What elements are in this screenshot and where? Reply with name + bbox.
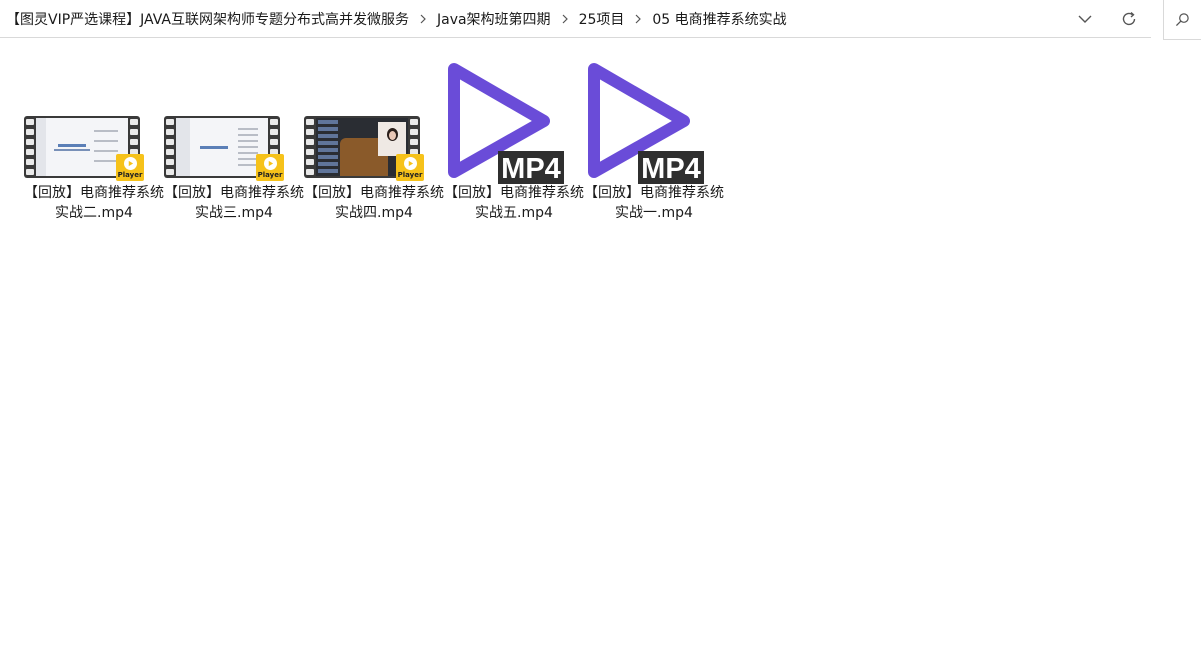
svg-text:MP4: MP4 [501,153,561,184]
file-name: 【回放】电商推荐系统实战三.mp4 [164,185,304,221]
player-app-icon: Player [116,154,144,181]
breadcrumb: 【图灵VIP严选课程】JAVA互联网架构师专题分布式高并发微服务 Java架构班… [0,0,791,38]
refresh-button[interactable] [1107,0,1151,38]
breadcrumb-item-project[interactable]: 25项目 [575,9,629,29]
chevron-right-icon[interactable] [555,14,575,24]
breadcrumb-item-course[interactable]: 【图灵VIP严选课程】JAVA互联网架构师专题分布式高并发微服务 [2,9,413,29]
player-app-icon: Player [396,154,424,181]
file-item[interactable]: Player 【回放】电商推荐系统实战二.mp4 [24,58,164,223]
mp4-file-icon: MP4 [584,58,724,184]
refresh-icon [1122,11,1136,26]
address-bar[interactable]: 【图灵VIP严选课程】JAVA互联网架构师专题分布式高并发微服务 Java架构班… [0,0,1151,38]
file-name: 【回放】电商推荐系统实战五.mp4 [444,185,584,221]
video-thumbnail: Player [24,58,164,184]
video-thumbnail: Player [304,58,444,184]
breadcrumb-item-current[interactable]: 05 电商推荐系统实战 [648,9,790,29]
search-box[interactable] [1163,0,1201,40]
breadcrumb-item-class[interactable]: Java架构班第四期 [433,9,555,29]
chevron-right-icon[interactable] [413,14,433,24]
video-thumbnail: Player [164,58,304,184]
file-grid: Player 【回放】电商推荐系统实战二.mp4 Player 【回放】电商推荐… [24,58,724,223]
file-name: 【回放】电商推荐系统实战二.mp4 [24,185,164,221]
file-item[interactable]: Player 【回放】电商推荐系统实战三.mp4 [164,58,304,223]
chevron-right-icon[interactable] [628,14,648,24]
history-dropdown-button[interactable] [1063,0,1107,38]
mp4-file-icon: MP4 [444,58,584,184]
file-name: 【回放】电商推荐系统实战一.mp4 [584,185,724,221]
search-icon [1175,13,1189,27]
file-item[interactable]: MP4 【回放】电商推荐系统实战一.mp4 [584,58,724,223]
file-name: 【回放】电商推荐系统实战四.mp4 [304,185,444,221]
file-item[interactable]: MP4 【回放】电商推荐系统实战五.mp4 [444,58,584,223]
svg-text:MP4: MP4 [641,153,701,184]
file-item[interactable]: Player 【回放】电商推荐系统实战四.mp4 [304,58,444,223]
player-app-icon: Player [256,154,284,181]
chevron-down-icon [1078,15,1092,23]
